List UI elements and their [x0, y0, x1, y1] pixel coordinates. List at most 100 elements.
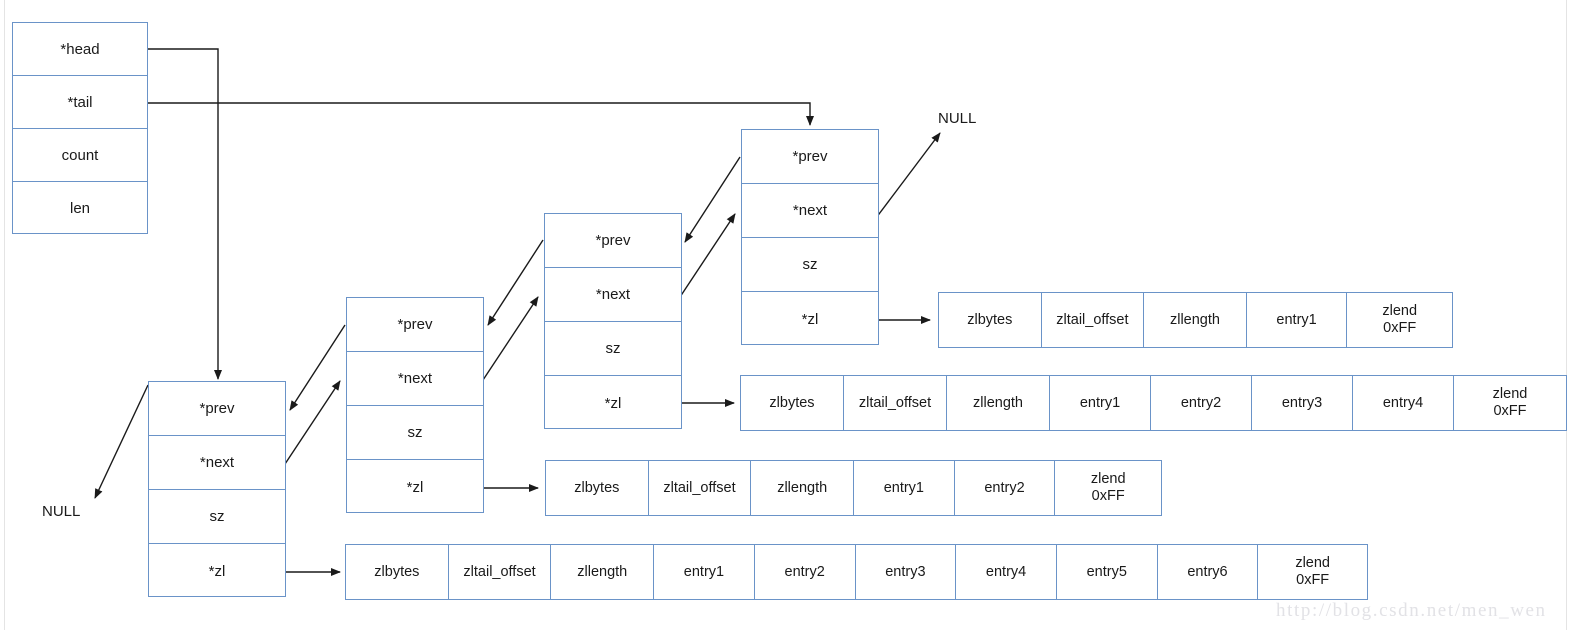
ziplist3-cell-entry2: entry2	[1151, 376, 1252, 430]
ziplist1-cell-entry3: entry3	[856, 545, 957, 599]
ziplist3-cell-entry3-label: entry3	[1281, 394, 1323, 411]
wire-head-to-node1	[148, 48, 222, 380]
ziplist-node2: zlbytes zltail_offset zllength entry1 en…	[545, 460, 1162, 516]
wire-tail-to-node4	[148, 102, 814, 126]
ziplist1-cell-entry4: entry4	[956, 545, 1057, 599]
diagram-canvas: *head *tail count len *prev *next sz *zl…	[0, 0, 1575, 630]
struct-field-tail: *tail	[13, 76, 147, 129]
ziplist3-cell-zllength: zllength	[947, 376, 1050, 430]
node2-field-zl-label: *zl	[406, 478, 424, 496]
node3-field-prev-label: *prev	[595, 232, 631, 249]
struct-field-head-label: *head	[60, 40, 100, 58]
ziplist2-cell-zltail-offset-label: zltail_offset	[663, 479, 736, 496]
ziplist1-cell-entry1: entry1	[654, 545, 755, 599]
ziplist3-cell-entry1-label: entry1	[1079, 394, 1121, 411]
struct-field-count: count	[13, 129, 147, 182]
node2-field-prev-label: *prev	[397, 316, 433, 333]
node1-field-zl-label: *zl	[208, 562, 226, 580]
node4-field-prev: *prev	[742, 130, 878, 184]
node1-field-prev: *prev	[149, 382, 285, 436]
quicklist-node-3: *prev *next sz *zl	[544, 213, 682, 429]
struct-field-len-label: len	[69, 200, 91, 217]
ziplist3-cell-entry3: entry3	[1252, 376, 1353, 430]
wire-node1-prev-null	[94, 384, 149, 499]
ziplist3-cell-zlend-label: zlend 0xFF	[1492, 386, 1528, 419]
node4-field-sz-label: sz	[802, 256, 818, 273]
ziplist1-cell-zlend-label: zlend 0xFF	[1295, 555, 1330, 588]
ziplist3-cell-entry4-label: entry4	[1382, 394, 1424, 411]
ziplist3-cell-zlbytes-label: zlbytes	[769, 394, 815, 411]
ziplist-node1: zlbytes zltail_offset zllength entry1 en…	[345, 544, 1368, 600]
ziplist3-cell-zlend: zlend 0xFF	[1454, 376, 1566, 430]
null-label-head-prev: NULL	[42, 503, 81, 520]
wire-node3-prev-node2	[487, 239, 544, 326]
ziplist2-cell-zlbytes: zlbytes	[546, 461, 649, 515]
ziplist1-cell-zltail-offset-label: zltail_offset	[463, 563, 536, 580]
ziplist4-cell-zllength: zllength	[1144, 293, 1247, 347]
node4-field-zl: *zl	[742, 292, 878, 346]
wire-node4-next-null	[875, 132, 941, 219]
node1-field-next: *next	[149, 436, 285, 490]
ziplist1-cell-entry6: entry6	[1158, 545, 1259, 599]
wire-node2-next-node3	[482, 296, 539, 381]
node4-field-next-label: *next	[792, 202, 828, 219]
node1-field-zl: *zl	[149, 544, 285, 598]
ziplist2-cell-entry2-label: entry2	[984, 479, 1025, 496]
node2-field-sz: sz	[347, 406, 483, 460]
ziplist4-cell-zlbytes-label: zlbytes	[967, 311, 1013, 328]
ziplist1-cell-entry5: entry5	[1057, 545, 1158, 599]
wire-node1-next-node2	[284, 380, 341, 465]
struct-field-len: len	[13, 182, 147, 235]
ziplist3-cell-entry4: entry4	[1353, 376, 1454, 430]
ziplist1-cell-zllength: zllength	[551, 545, 655, 599]
quicklist-node-4: *prev *next sz *zl	[741, 129, 879, 345]
node4-field-prev-label: *prev	[792, 148, 828, 165]
ziplist-node4: zlbytes zltail_offset zllength entry1 zl…	[938, 292, 1453, 348]
ziplist2-cell-zlend: zlend 0xFF	[1055, 461, 1161, 515]
ziplist1-cell-entry5-label: entry5	[1086, 563, 1127, 580]
ziplist1-cell-entry1-label: entry1	[683, 563, 725, 580]
node2-field-sz-label: sz	[407, 424, 423, 441]
ziplist2-cell-zlbytes-label: zlbytes	[574, 479, 620, 496]
ziplist1-cell-zlbytes-label: zlbytes	[374, 563, 420, 580]
ziplist3-cell-zllength-label: zllength	[973, 394, 1023, 411]
quicklist-node-2: *prev *next sz *zl	[346, 297, 484, 513]
node2-field-zl: *zl	[347, 460, 483, 514]
node3-field-next-label: *next	[595, 286, 631, 303]
ziplist1-cell-entry4-label: entry4	[985, 563, 1027, 580]
ziplist2-cell-entry2: entry2	[955, 461, 1056, 515]
node2-field-next-label: *next	[397, 370, 433, 387]
struct-field-tail-label: *tail	[67, 93, 93, 111]
node2-field-next: *next	[347, 352, 483, 406]
ziplist4-cell-entry1: entry1	[1247, 293, 1348, 347]
node1-field-prev-label: *prev	[199, 400, 235, 417]
ziplist4-cell-zltail-offset-label: zltail_offset	[1056, 311, 1129, 328]
ziplist3-cell-entry1: entry1	[1050, 376, 1151, 430]
node3-field-next: *next	[545, 268, 681, 322]
ziplist3-cell-zltail-offset: zltail_offset	[844, 376, 947, 430]
ziplist2-cell-zltail-offset: zltail_offset	[649, 461, 752, 515]
node3-field-zl-label: *zl	[604, 394, 622, 412]
node1-field-sz-label: sz	[209, 508, 225, 525]
ziplist3-cell-zltail-offset-label: zltail_offset	[858, 394, 932, 411]
page-right-edge	[1566, 0, 1567, 630]
ziplist3-cell-zlbytes: zlbytes	[741, 376, 844, 430]
node3-field-prev: *prev	[545, 214, 681, 268]
ziplist4-cell-zlend: zlend 0xFF	[1347, 293, 1452, 347]
ziplist1-cell-zltail-offset: zltail_offset	[449, 545, 552, 599]
ziplist2-cell-entry1: entry1	[854, 461, 955, 515]
struct-field-count-label: count	[61, 146, 99, 164]
ziplist1-cell-zlbytes: zlbytes	[346, 545, 449, 599]
ziplist2-cell-entry1-label: entry1	[883, 479, 924, 496]
ziplist1-cell-zlend: zlend 0xFF	[1258, 545, 1367, 599]
wire-node3-next-node4	[679, 213, 736, 298]
node3-field-sz: sz	[545, 322, 681, 376]
ziplist4-cell-zlend-label: zlend 0xFF	[1382, 303, 1418, 336]
ziplist4-cell-zllength-label: zllength	[1169, 311, 1220, 328]
node1-field-next-label: *next	[199, 454, 235, 471]
ziplist1-cell-entry6-label: entry6	[1187, 563, 1228, 580]
ziplist1-cell-zllength-label: zllength	[577, 563, 628, 580]
node4-field-sz: sz	[742, 238, 878, 292]
node2-field-prev: *prev	[347, 298, 483, 352]
null-label-tail-next: NULL	[938, 110, 977, 127]
